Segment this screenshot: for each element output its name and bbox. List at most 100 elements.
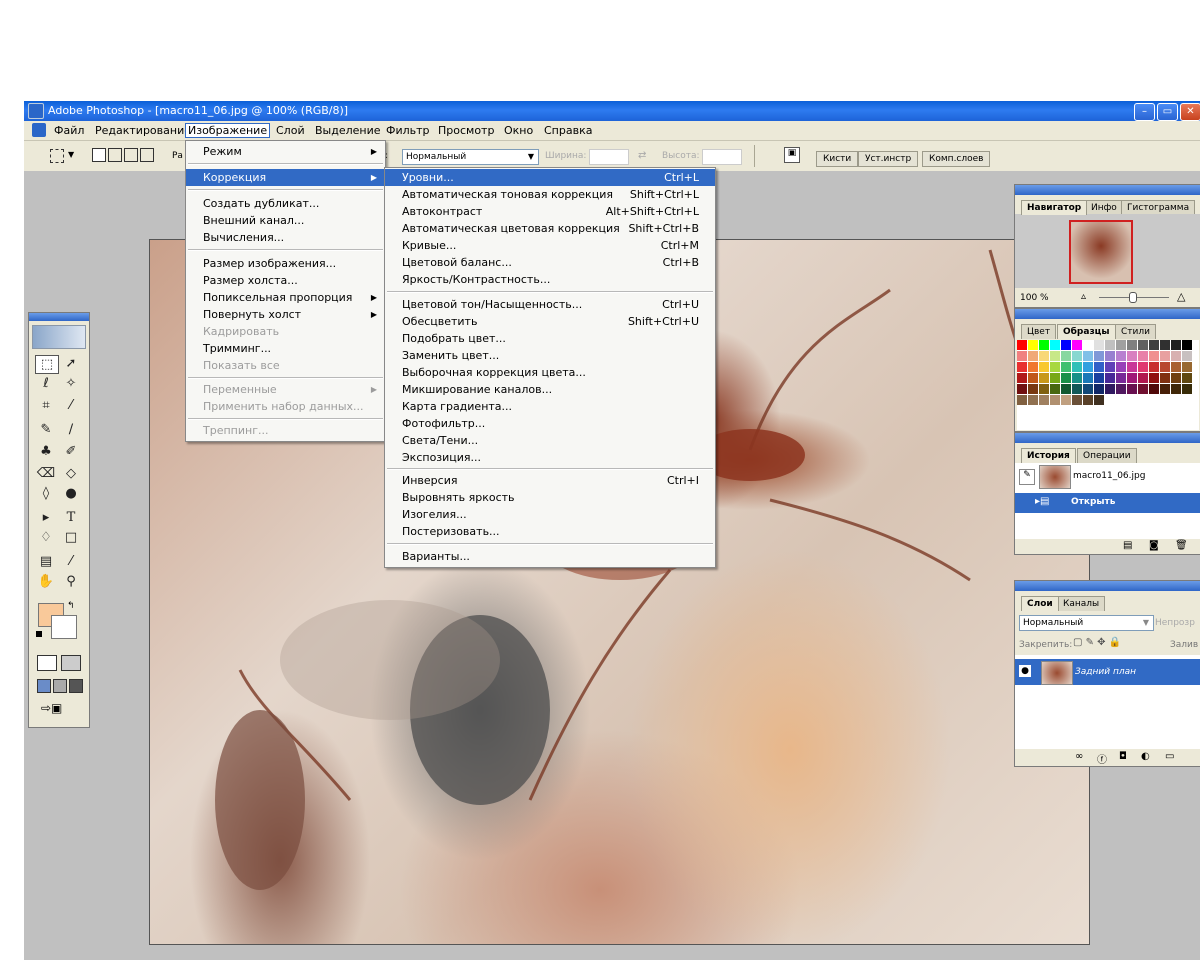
color-swatch[interactable]	[1061, 384, 1071, 394]
crop-tool-icon[interactable]: ⌗	[35, 397, 57, 414]
menu-item-channel-mixer[interactable]: Микширование каналов...	[385, 381, 715, 398]
menu-file[interactable]: Файл	[54, 124, 84, 137]
tab-info[interactable]: Инфо	[1085, 200, 1123, 215]
color-swatch[interactable]	[1105, 340, 1115, 350]
color-swatch[interactable]	[1138, 384, 1148, 394]
restore-button[interactable]: ▭	[1157, 103, 1178, 121]
zoom-in-icon[interactable]: △	[1177, 290, 1185, 303]
color-swatch[interactable]	[1182, 373, 1192, 383]
tab-navigator[interactable]: Навигатор	[1021, 200, 1088, 215]
brush-tool-icon[interactable]: ∕	[60, 421, 82, 438]
tab-color[interactable]: Цвет	[1021, 324, 1057, 339]
color-swatch[interactable]	[1116, 351, 1126, 361]
color-swatch[interactable]	[1050, 373, 1060, 383]
color-swatch[interactable]	[1017, 362, 1027, 372]
menu-item-selective-color[interactable]: Выборочная коррекция цвета...	[385, 364, 715, 381]
color-swatch[interactable]	[1094, 395, 1104, 405]
color-swatch[interactable]	[1094, 351, 1104, 361]
menu-item-desaturate[interactable]: Обесцветить Shift+Ctrl+U	[385, 313, 715, 330]
default-colors-icon[interactable]	[36, 631, 42, 637]
toolbox-title-bar[interactable]	[29, 313, 89, 321]
path-selection-tool-icon[interactable]: ▸	[35, 509, 57, 526]
color-swatch[interactable]	[1039, 384, 1049, 394]
menu-select[interactable]: Выделение	[315, 124, 381, 137]
color-swatch[interactable]	[1094, 373, 1104, 383]
color-swatch[interactable]	[1127, 373, 1137, 383]
type-tool-icon[interactable]: T	[60, 509, 82, 526]
color-swatch[interactable]	[1105, 384, 1115, 394]
color-swatch[interactable]	[1171, 373, 1181, 383]
color-swatch[interactable]	[1050, 351, 1060, 361]
layer-name[interactable]: Задний план	[1075, 667, 1136, 677]
menu-layer[interactable]: Слой	[276, 124, 305, 137]
menu-item-image-size[interactable]: Размер изображения...	[186, 255, 385, 272]
background-color-swatch[interactable]	[51, 615, 77, 639]
slice-tool-icon[interactable]: ⁄	[60, 397, 82, 414]
color-swatch[interactable]	[1149, 373, 1159, 383]
tab-tool-presets[interactable]: Уст.инстр	[858, 151, 919, 167]
tab-actions[interactable]: Операции	[1077, 448, 1137, 463]
color-swatch[interactable]	[1116, 362, 1126, 372]
menu-item-levels[interactable]: Уровни... Ctrl+L	[385, 169, 715, 186]
menu-item-exposure[interactable]: Экспозиция...	[385, 449, 715, 466]
paint-bucket-tool-icon[interactable]: ◇	[60, 465, 82, 482]
tab-histogram[interactable]: Гистограмма	[1121, 200, 1196, 215]
color-swatch[interactable]	[1182, 384, 1192, 394]
color-swatch[interactable]	[1116, 340, 1126, 350]
color-swatch[interactable]	[1083, 395, 1093, 405]
menu-item-shadow-highlight[interactable]: Света/Тени...	[385, 432, 715, 449]
color-swatch[interactable]	[1149, 384, 1159, 394]
color-swatch[interactable]	[1105, 362, 1115, 372]
full-screen-menu-mode-icon[interactable]	[53, 679, 67, 693]
menu-filter[interactable]: Фильтр	[386, 124, 430, 137]
color-swatch[interactable]	[1028, 362, 1038, 372]
new-document-from-state-icon[interactable]: ▤	[1123, 540, 1132, 551]
menu-item-photo-filter[interactable]: Фотофильтр...	[385, 415, 715, 432]
color-swatch[interactable]	[1182, 362, 1192, 372]
layer-row-background[interactable]: ● Задний план	[1015, 659, 1200, 685]
swatch-grid[interactable]	[1017, 340, 1199, 430]
zoom-tool-icon[interactable]: ⚲	[60, 573, 82, 590]
menu-item-crop[interactable]: Кадрировать	[186, 323, 385, 340]
color-swatch[interactable]	[1083, 362, 1093, 372]
menu-item-canvas-size[interactable]: Размер холста...	[186, 272, 385, 289]
standard-screen-mode-icon[interactable]	[37, 679, 51, 693]
color-swatch[interactable]	[1094, 340, 1104, 350]
layer-mask-icon[interactable]: ◘	[1119, 751, 1127, 762]
history-step-row[interactable]: ▸▤ Открыть	[1015, 493, 1200, 513]
menu-item-mode[interactable]: Режим ▶	[186, 143, 385, 160]
color-swatch[interactable]	[1028, 351, 1038, 361]
menu-item-auto-levels[interactable]: Автоматическая тоновая коррекция Shift+Ct…	[385, 186, 715, 203]
panel-title-bar[interactable]	[1015, 185, 1200, 195]
menu-item-auto-color[interactable]: Автоматическая цветовая коррекция Shift+C…	[385, 220, 715, 237]
color-swatch[interactable]	[1149, 340, 1159, 350]
color-swatch[interactable]	[1094, 384, 1104, 394]
document-icon[interactable]	[32, 123, 46, 137]
menu-item-reveal-all[interactable]: Показать все	[186, 357, 385, 374]
notes-tool-icon[interactable]: ▤	[35, 553, 57, 570]
history-brush-source-icon[interactable]: ✎	[1019, 469, 1035, 485]
color-swatch[interactable]	[1061, 340, 1071, 350]
color-swatch[interactable]	[1061, 373, 1071, 383]
standard-mode-icon[interactable]	[37, 655, 57, 671]
swap-colors-icon[interactable]: ↰	[67, 601, 75, 611]
color-swatch[interactable]	[1072, 362, 1082, 372]
full-screen-mode-icon[interactable]	[69, 679, 83, 693]
color-swatch[interactable]	[1017, 395, 1027, 405]
rect-marquee-tool-icon[interactable]: ⬚	[35, 355, 59, 374]
new-layer-icon[interactable]: ▭	[1165, 751, 1174, 762]
color-swatch[interactable]	[1083, 351, 1093, 361]
menu-item-calculations[interactable]: Вычисления...	[186, 229, 385, 246]
menu-item-threshold[interactable]: Изогелия...	[385, 506, 715, 523]
color-swatch[interactable]	[1138, 362, 1148, 372]
magic-wand-tool-icon[interactable]: ✧	[60, 375, 82, 392]
color-swatch[interactable]	[1061, 362, 1071, 372]
menu-item-replace-color[interactable]: Заменить цвет...	[385, 347, 715, 364]
color-swatch[interactable]	[1028, 373, 1038, 383]
width-input[interactable]	[589, 149, 629, 165]
menu-item-apply-image[interactable]: Внешний канал...	[186, 212, 385, 229]
rectangle-tool-icon[interactable]: □	[60, 529, 82, 546]
clone-stamp-tool-icon[interactable]: ♣	[35, 443, 57, 460]
menu-item-adjustments[interactable]: Коррекция ▶	[186, 169, 385, 186]
tab-layer-comps[interactable]: Комп.слоев	[922, 151, 991, 167]
